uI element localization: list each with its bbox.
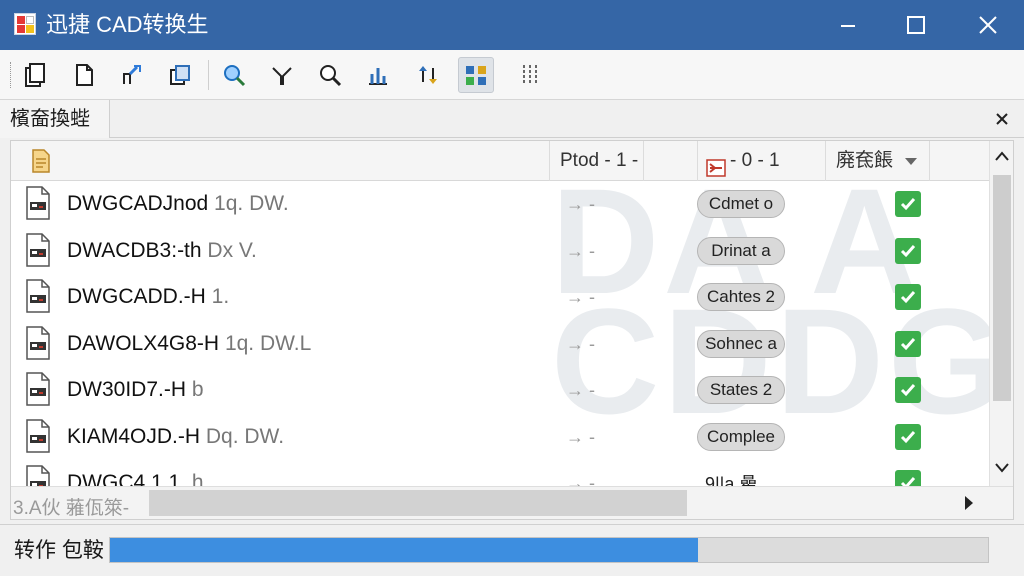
progress-arrow: → -: [566, 240, 595, 261]
checkbox-checked[interactable]: [895, 284, 921, 310]
zoom-find-icon[interactable]: [216, 57, 252, 93]
status-badge: Sohnec a: [697, 329, 785, 358]
column-header-end: [929, 141, 989, 181]
table-row[interactable]: DWGCADJnod 1q. DW. → - Cdmet o: [11, 181, 989, 227]
column-header-status-label: - 0 - 1: [730, 150, 780, 171]
table-row[interactable]: DW30ID7.-H b → - States 2: [11, 367, 989, 413]
progress-arrow: → -: [566, 333, 595, 354]
status-badge: Cdmet o: [697, 190, 785, 218]
progress-arrow: → -: [566, 194, 595, 214]
table-header: Ptod - 1 - - 0 - 1 廃奃餦: [11, 141, 989, 181]
search-icon[interactable]: [312, 57, 348, 93]
batch-icon[interactable]: [458, 57, 494, 93]
horizontal-scroll-thumb[interactable]: [149, 490, 687, 516]
new-file-icon[interactable]: [66, 57, 102, 93]
file-name: DWGCADJnod 1q. DW.: [67, 190, 289, 218]
file-name-text: DWGCADD.-H: [67, 285, 206, 308]
file-name-suffix: Dx V.: [207, 238, 257, 262]
title-bar: 迅捷 CAD转换生: [0, 0, 1024, 50]
chart-icon[interactable]: [360, 57, 396, 93]
scroll-right-icon[interactable]: [965, 496, 973, 510]
cad-file-icon: [25, 232, 51, 272]
file-name-text: DW30ID7.-H: [67, 378, 187, 401]
file-name: DW30ID7.-H b: [67, 376, 204, 404]
toolbar-grip[interactable]: [10, 62, 12, 88]
add-files-icon[interactable]: [17, 57, 53, 93]
file-name-suffix: 1q. DW.L: [224, 331, 312, 355]
table-row[interactable]: DAWOLX4G8-H 1q. DW.L → - Sohnec a: [11, 321, 989, 367]
checkbox-checked[interactable]: [895, 237, 921, 264]
app-logo-icon: [14, 13, 36, 35]
progress-fill: [110, 538, 699, 562]
checkbox-checked[interactable]: [895, 191, 921, 217]
file-table: DA A CDDGC Ptod - 1 - - 0 - 1 廃奃餦 DWGCAD…: [10, 140, 1014, 520]
sort-icon[interactable]: [410, 57, 446, 93]
settings-grid-icon[interactable]: [512, 57, 548, 93]
toolbar: [0, 50, 1024, 100]
status-bar: 转作 包鞍: [0, 524, 1024, 576]
cad-file-icon: [25, 372, 51, 411]
document-icon: [31, 149, 51, 178]
column-header-status[interactable]: - 0 - 1: [697, 141, 825, 181]
cad-file-icon: [25, 279, 51, 318]
progress-arrow: → -: [566, 426, 595, 447]
column-header-output[interactable]: 廃奃餦: [825, 141, 929, 181]
file-name: DAWOLX4G8-H 1q. DW.L: [67, 330, 311, 358]
file-name-suffix: Dq. DW.: [205, 424, 285, 448]
file-name-text: DWACDB3:-th: [67, 238, 202, 262]
scroll-down-icon[interactable]: [994, 461, 1010, 479]
file-name-text: DAWOLX4G8-H: [67, 331, 220, 355]
table-row[interactable]: DWGCADD.-H 1. → - Cahtes 2: [11, 274, 989, 320]
progress-bar: [109, 537, 989, 563]
column-header-progress[interactable]: Ptod - 1 -: [549, 141, 643, 181]
status-badge: Cahtes 2: [697, 283, 785, 311]
checkbox-checked[interactable]: [895, 377, 921, 403]
scroll-up-icon[interactable]: [994, 149, 1010, 167]
status-label: 转作 包鞍: [14, 539, 104, 562]
status-badge: Drinat a: [697, 236, 785, 265]
window-title: 迅捷 CAD转换生: [46, 12, 209, 37]
progress-arrow: → -: [566, 287, 595, 307]
close-tab-icon[interactable]: [992, 109, 1012, 129]
progress-arrow: → -: [566, 380, 595, 400]
cad-file-icon: [25, 325, 51, 365]
file-name: DWACDB3:-th Dx V.: [67, 237, 257, 265]
cad-file-icon: [25, 186, 51, 225]
table-row[interactable]: DWACDB3:-th Dx V. → - Drinat a: [11, 228, 989, 274]
close-window-button[interactable]: [970, 8, 1006, 42]
file-name-suffix: 1q. DW.: [214, 192, 289, 215]
footer-summary: 3.A伙 蕥佤箂-: [13, 498, 130, 519]
column-header-output-label: 廃奃餦: [836, 150, 894, 171]
checkbox-checked[interactable]: [895, 423, 921, 450]
table-row[interactable]: KIAM4OJD.-H Dq. DW. → - Complee: [11, 414, 989, 460]
cad-file-icon: [25, 418, 51, 458]
horizontal-scrollbar[interactable]: 3.A伙 蕥佤箂-: [11, 486, 1013, 519]
status-badge: States 2: [697, 376, 785, 404]
copy-icon[interactable]: [162, 57, 198, 93]
maximize-button[interactable]: [898, 8, 934, 42]
status-badge: Complee: [697, 422, 785, 451]
toolbar-separator: [208, 60, 209, 90]
file-name: DWGCADD.-H 1.: [67, 283, 229, 311]
tab-file-list[interactable]: 檳奤換蜌: [0, 100, 110, 138]
file-name-suffix: b: [191, 378, 204, 401]
file-name-text: KIAM4OJD.-H: [67, 424, 201, 448]
convert-icon[interactable]: [114, 57, 150, 93]
minimize-button[interactable]: [830, 8, 866, 42]
filter-icon[interactable]: [264, 57, 300, 93]
file-name-suffix: 1.: [211, 285, 230, 308]
vertical-scroll-thumb[interactable]: [993, 175, 1011, 401]
tab-strip: 檳奤換蜌: [0, 100, 1024, 138]
column-header-blank[interactable]: [643, 141, 697, 181]
checkbox-checked[interactable]: [895, 330, 921, 357]
file-name: KIAM4OJD.-H Dq. DW.: [67, 423, 284, 451]
file-name-text: DWGCADJnod: [67, 192, 209, 215]
vertical-scrollbar[interactable]: [989, 141, 1013, 486]
sort-down-icon: [905, 158, 917, 165]
